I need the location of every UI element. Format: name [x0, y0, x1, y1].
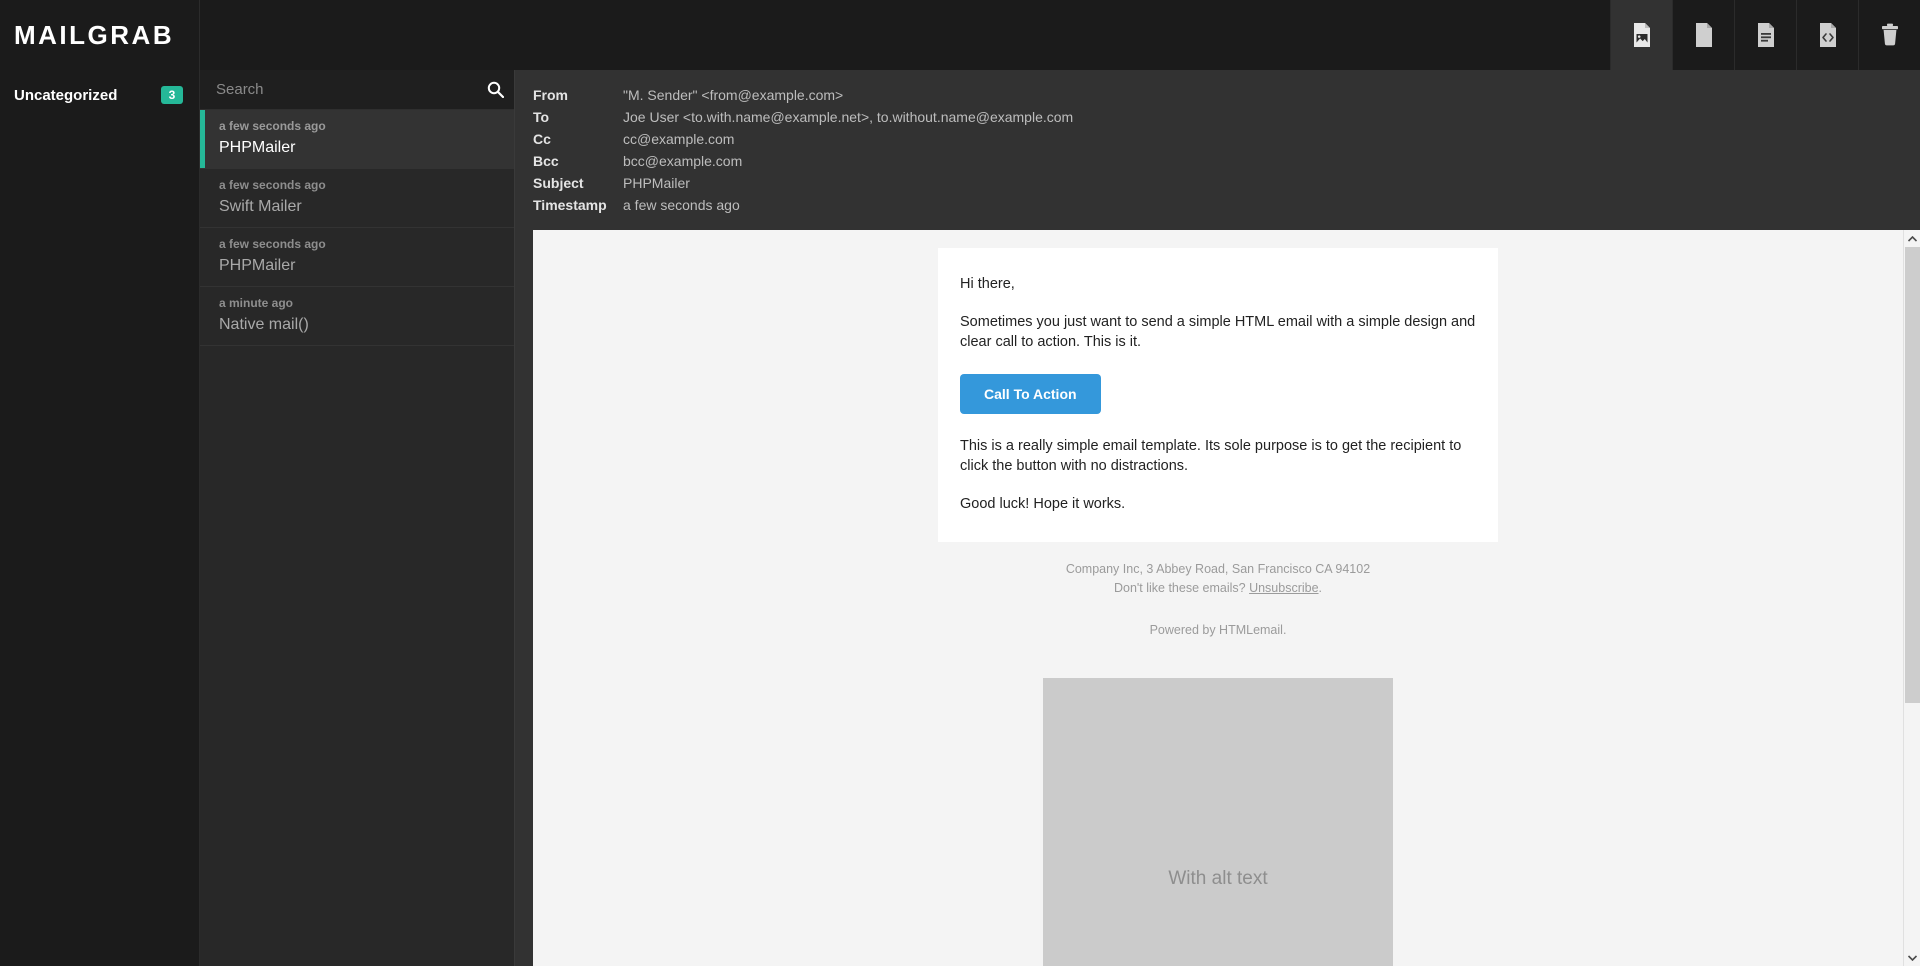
html-preview-button[interactable] [1610, 0, 1672, 70]
brand-logo: MAILGRAB [0, 0, 200, 70]
message-list: a few seconds ago PHPMailer a few second… [200, 110, 514, 966]
header-value: PHPMailer [623, 175, 690, 191]
email-intro: Sometimes you just want to send a simple… [960, 313, 1476, 351]
header-row-subject: Subject PHPMailer [533, 172, 1920, 194]
list-item[interactable]: a few seconds ago PHPMailer [200, 228, 514, 287]
header-key: Cc [533, 131, 551, 147]
mailgrab-app: MAILGRAB Uncategorized 3 Search a few se… [0, 0, 1920, 966]
call-to-action-button[interactable]: Call To Action [960, 373, 1101, 414]
header-row-bcc: Bcc bcc@example.com [533, 150, 1920, 172]
main-area: Uncategorized 3 a few seconds ago PHPMai… [0, 70, 1920, 966]
alt-text-image-placeholder: With alt text [1043, 677, 1393, 966]
list-item[interactable]: a few seconds ago Swift Mailer [200, 169, 514, 228]
file-lines-icon [1756, 23, 1776, 47]
message-subject: PHPMailer [219, 139, 296, 156]
email-card: Hi there, Sometimes you just want to sen… [938, 248, 1498, 543]
folder-count-badge: 3 [161, 86, 183, 104]
scrollbar-track[interactable] [1904, 247, 1920, 949]
folder-sidebar: Uncategorized 3 [0, 70, 200, 966]
footer-unsubscribe-line: Don't like these emails? Unsubscribe. [938, 579, 1498, 598]
header-row-to: To Joe User <to.with.name@example.net>, … [533, 106, 1920, 128]
unsubscribe-link[interactable]: Unsubscribe [1249, 581, 1318, 595]
message-time: a few seconds ago [219, 237, 326, 251]
email-footer: Company Inc, 3 Abbey Road, San Francisco… [938, 542, 1498, 639]
folder-label: Uncategorized [14, 86, 118, 104]
email-preview: Hi there, Sometimes you just want to sen… [533, 230, 1903, 966]
scroll-up-arrow-icon[interactable] [1904, 230, 1920, 247]
footer-unsub-suffix: . [1318, 581, 1323, 596]
file-image-icon [1632, 23, 1652, 47]
list-item[interactable]: a minute ago Native mail() [200, 287, 514, 346]
message-detail-panel: From "M. Sender" <from@example.com> To J… [515, 70, 1920, 966]
message-subject: PHPMailer [219, 257, 296, 274]
header-value: "M. Sender" <from@example.com> [623, 87, 844, 103]
message-subject: Swift Mailer [219, 198, 302, 215]
top-bar: MAILGRAB [0, 0, 1920, 70]
email-closing: Good luck! Hope it works. [960, 495, 1126, 512]
trash-icon [1879, 23, 1901, 47]
footer-unsub-prefix: Don't like these emails? [1113, 581, 1250, 596]
header-row-from: From "M. Sender" <from@example.com> [533, 84, 1920, 106]
view-toolbar [1610, 0, 1920, 70]
message-list-panel: a few seconds ago PHPMailer a few second… [200, 70, 515, 966]
header-key: Subject [533, 175, 584, 191]
text-source-button[interactable] [1734, 0, 1796, 70]
header-key: From [533, 87, 568, 103]
message-time: a few seconds ago [219, 178, 326, 192]
header-key: To [533, 109, 550, 125]
file-blank-icon [1694, 23, 1714, 47]
header-value: a few seconds ago [623, 197, 740, 213]
message-time: a few seconds ago [219, 119, 326, 133]
preview-vertical-scrollbar[interactable] [1903, 230, 1920, 966]
header-row-cc: Cc cc@example.com [533, 128, 1920, 150]
email-body: This is a really simple email template. … [960, 437, 1462, 475]
scrollbar-thumb[interactable] [1905, 247, 1920, 704]
scroll-down-arrow-icon[interactable] [1904, 949, 1920, 966]
header-row-timestamp: Timestamp a few seconds ago [533, 194, 1920, 216]
plain-text-button[interactable] [1672, 0, 1734, 70]
header-key: Timestamp [533, 197, 607, 213]
email-canvas: Hi there, Sometimes you just want to sen… [533, 230, 1903, 966]
search-input[interactable] [216, 81, 487, 98]
list-item[interactable]: a few seconds ago PHPMailer [200, 110, 514, 169]
email-greeting: Hi there, [960, 276, 1015, 292]
search-icon[interactable] [487, 81, 504, 98]
file-code-icon [1818, 23, 1838, 47]
raw-source-button[interactable] [1796, 0, 1858, 70]
footer-address: Company Inc, 3 Abbey Road, San Francisco… [1065, 562, 1371, 577]
message-headers: From "M. Sender" <from@example.com> To J… [515, 70, 1920, 230]
sidebar-item-uncategorized[interactable]: Uncategorized 3 [0, 80, 199, 110]
delete-button[interactable] [1858, 0, 1920, 70]
brand-title: MAILGRAB [14, 19, 175, 50]
search-bar [200, 70, 514, 110]
message-time: a minute ago [219, 296, 294, 310]
header-value: bcc@example.com [623, 153, 743, 169]
header-value: cc@example.com [623, 131, 735, 147]
header-key: Bcc [533, 153, 559, 169]
preview-wrapper: Hi there, Sometimes you just want to sen… [515, 230, 1920, 966]
header-value: Joe User <to.with.name@example.net>, to.… [623, 109, 1074, 125]
footer-powered-by: Powered by HTMLemail. [1149, 622, 1287, 637]
alt-text-label: With alt text [1168, 867, 1268, 889]
message-subject: Native mail() [219, 316, 309, 333]
